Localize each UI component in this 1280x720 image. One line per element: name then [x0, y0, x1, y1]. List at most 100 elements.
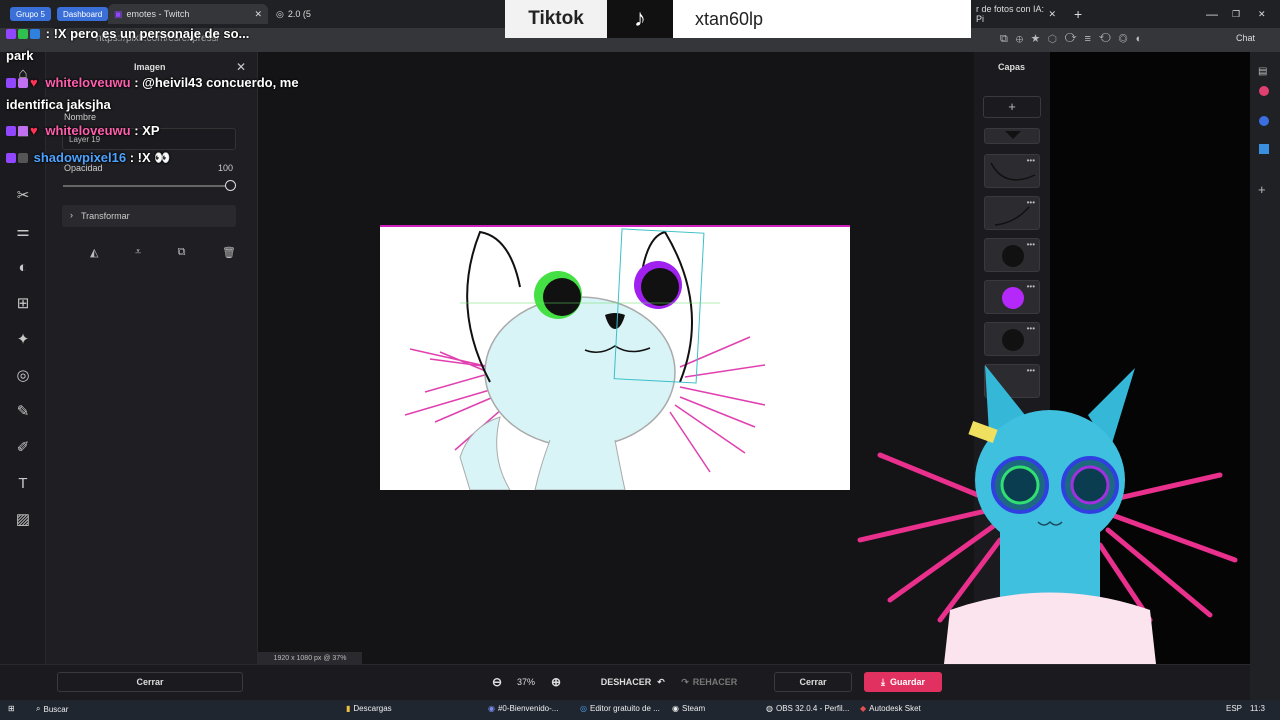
opacity-slider-knob[interactable]: [225, 180, 236, 191]
taskbar-item-discord[interactable]: ◉ #0-Bienvenido-...: [488, 704, 558, 713]
liquify-icon[interactable]: ◎: [13, 366, 33, 386]
badge-icon: [6, 29, 16, 39]
username-label: xtan60lp: [673, 0, 971, 38]
maximize-icon[interactable]: ❐: [1226, 4, 1246, 24]
undo-icon: ↶: [657, 676, 665, 687]
taskbar-item-autodesk[interactable]: ◆ Autodesk Sket: [860, 704, 921, 713]
chat-message: ♥ whiteloveuwu : XP: [6, 123, 160, 138]
layer-thumb[interactable]: •••: [984, 196, 1040, 230]
flip-horizontal-icon[interactable]: ◭: [90, 246, 98, 264]
filter-icon[interactable]: ◐: [13, 258, 33, 278]
minimize-icon[interactable]: —: [1200, 4, 1224, 24]
opacity-value: 100: [218, 163, 234, 173]
chat-message: : !X pero es un personaje de so...: [6, 26, 249, 41]
badge-icon: [18, 126, 28, 136]
chat-text: : !X pero es un personaje de so...: [45, 26, 250, 41]
layers-title: Capas: [998, 62, 1026, 72]
close-window-icon[interactable]: ✕: [1252, 4, 1272, 24]
draw-icon[interactable]: ✎: [13, 402, 33, 422]
flip-vertical-icon[interactable]: ⩡: [135, 246, 141, 264]
chat-button[interactable]: Chat: [1236, 33, 1255, 43]
drawing-canvas[interactable]: [380, 225, 850, 491]
chat-message: ♥ whiteloveuwu : @heivil43 concuerdo, me: [6, 75, 299, 90]
tab-emotes-twitch[interactable]: ▣ emotes - Twitch ✕: [108, 4, 268, 24]
transform-label: Transformar: [81, 211, 130, 221]
search-label: Buscar: [43, 704, 69, 714]
tab-third[interactable]: ◎ 2.0 (5: [270, 4, 317, 24]
add-panel-icon[interactable]: +: [1258, 182, 1266, 197]
image-properties-panel: Imagen ✕ Nombre Layer 19 Opacidad 100 › …: [46, 52, 258, 664]
zoom-out-icon[interactable]: ⊖: [488, 672, 506, 692]
heart-icon: ♥: [30, 75, 38, 90]
taskbar-item-editor[interactable]: ◎ Editor gratuito de ...: [580, 704, 660, 713]
save-button[interactable]: ⤓ Guardar: [864, 672, 942, 692]
redo-button[interactable]: REHACER: [692, 672, 738, 692]
layer-thumb[interactable]: •••: [984, 238, 1040, 272]
clock[interactable]: 11:3: [1250, 704, 1265, 713]
cut-icon[interactable]: ✂: [13, 186, 33, 206]
panel-title: Imagen: [134, 62, 166, 72]
close-panel-button[interactable]: Cerrar: [57, 672, 243, 692]
new-tab-icon[interactable]: +: [1068, 4, 1088, 24]
badge-icon: [18, 153, 28, 163]
delete-icon[interactable]: 🗑: [222, 246, 236, 264]
name-label: Nombre: [64, 112, 97, 122]
tab-label: emotes - Twitch: [126, 9, 190, 19]
tool-strip: ⌂ ⊡ ✂ ⚌ ◐ ⊞ ✦ ◎ ✎ ✐ T ▨: [0, 52, 46, 664]
taskbar-search[interactable]: ⌕ Buscar: [36, 704, 68, 714]
layer-thumb[interactable]: •••: [984, 154, 1040, 188]
text-icon[interactable]: T: [13, 474, 33, 494]
zoom-in-icon[interactable]: ⊕: [547, 672, 565, 692]
taskbar-item-downloads[interactable]: ▮ Descargas: [346, 704, 392, 713]
heart-icon: ♥: [30, 123, 38, 138]
taskbar-item-steam[interactable]: ◉ Steam: [672, 704, 705, 713]
badge-icon: [6, 153, 16, 163]
badge-icon: [30, 29, 40, 39]
editor-bottom-bar: Cerrar ⊖ 37% ⊕ DESHACER ↶ ↷ REHACER Cerr…: [0, 664, 1250, 700]
browser-toolbar-icons[interactable]: ⧉⊕★⬡⟳≡⟲◎◐: [1000, 33, 1150, 46]
layer-thumb[interactable]: •••: [984, 322, 1040, 356]
brush-icon[interactable]: ✐: [13, 438, 33, 458]
facebook-icon[interactable]: [1259, 116, 1269, 126]
tab-group-label[interactable]: Grupo 5: [10, 7, 51, 21]
badge-icon: [18, 78, 28, 88]
chat-username: shadowpixel16: [33, 150, 127, 165]
save-label: Guardar: [889, 677, 925, 687]
redo-icon: ↷: [681, 676, 689, 687]
close-panel-icon[interactable]: ✕: [236, 60, 246, 74]
close-tab-icon[interactable]: ✕: [1048, 9, 1056, 20]
transform-section[interactable]: › Transformar: [62, 205, 236, 227]
undo-button[interactable]: DESHACER: [598, 672, 654, 692]
adjust-icon[interactable]: ⚌: [13, 222, 33, 242]
tab-pixlr[interactable]: r de fotos con IA: Pi ✕: [970, 4, 1062, 24]
panel-toggle-icon[interactable]: ▤: [1258, 66, 1267, 77]
effect-icon[interactable]: ⊞: [13, 294, 33, 314]
tab-dashboard[interactable]: Dashboard: [57, 7, 109, 21]
obs-icon: ◍: [766, 704, 773, 713]
twitch-tab-icon: ▣: [114, 8, 123, 19]
close-tab-icon[interactable]: ✕: [254, 9, 262, 20]
layer-thumb[interactable]: [984, 128, 1040, 144]
close-button[interactable]: Cerrar: [774, 672, 852, 692]
app-icon[interactable]: [1259, 144, 1269, 154]
chat-username: whiteloveuwu: [45, 123, 131, 138]
discord-icon: ◉: [488, 704, 495, 713]
duplicate-icon[interactable]: ⧉: [178, 246, 186, 264]
layer-thumb[interactable]: •••: [984, 280, 1040, 314]
tab-label: 2.0 (5: [287, 9, 311, 19]
instagram-icon[interactable]: [1259, 86, 1269, 96]
windows-start-icon[interactable]: ⊞: [8, 704, 15, 713]
chevron-right-icon: ›: [70, 210, 73, 220]
chat-username: whiteloveuwu: [45, 75, 131, 90]
opacity-slider-track[interactable]: [63, 185, 231, 187]
taskbar-item-obs[interactable]: ◍ OBS 32.0.4 - Perfil...: [766, 704, 849, 713]
add-layer-button[interactable]: +: [983, 96, 1041, 118]
taskbar-label: Editor gratuito de ...: [589, 704, 660, 713]
axolotl-drawing: [404, 228, 766, 491]
retouch-icon[interactable]: ✦: [13, 330, 33, 350]
language-indicator[interactable]: ESP: [1226, 704, 1242, 713]
badge-icon: [18, 29, 28, 39]
vtuber-avatar: [857, 365, 1238, 700]
pattern-icon[interactable]: ▨: [13, 510, 33, 530]
chat-message: park: [6, 48, 34, 63]
